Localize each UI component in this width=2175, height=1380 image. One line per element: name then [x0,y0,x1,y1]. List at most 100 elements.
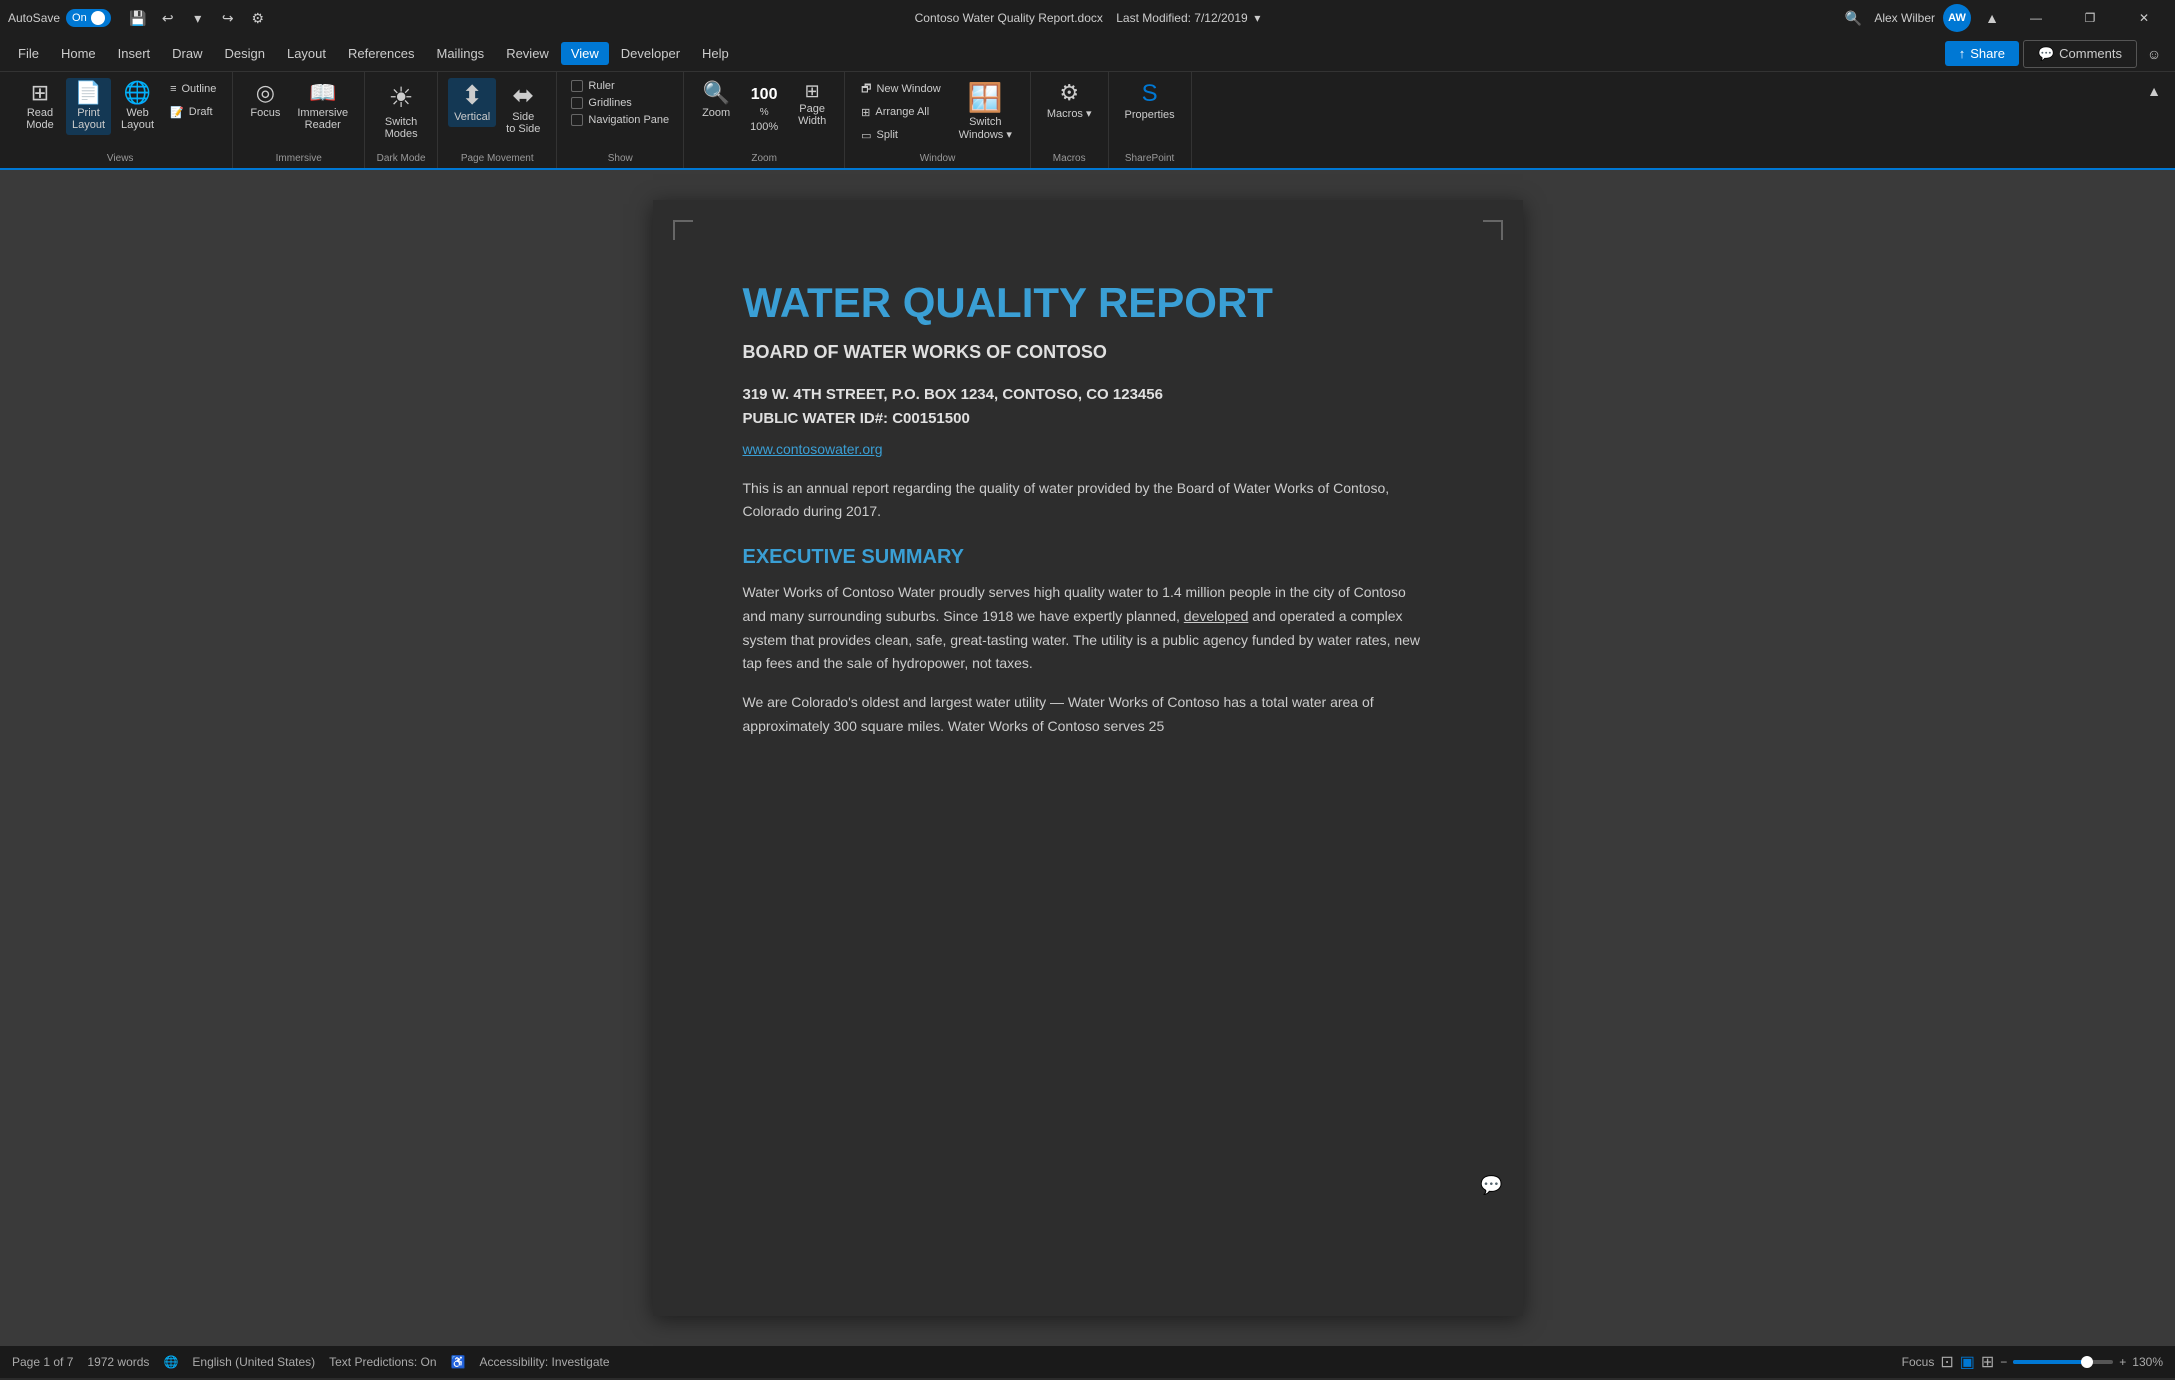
vertical-button[interactable]: ⬍ Vertical [448,78,496,127]
comment-bubble[interactable]: 💬 [1480,1175,1502,1196]
zoom-percent-value: 100 [751,86,778,104]
navigation-pane-checkbox[interactable]: Navigation Pane [567,112,673,128]
share-button[interactable]: ↑ Share [1945,41,2019,66]
redo-icon[interactable]: ↪ [215,5,241,31]
restore-button[interactable]: ❐ [2067,0,2113,36]
ribbon-icon[interactable]: ▲ [1979,5,2005,31]
read-mode-icon: ⊞ [31,82,49,104]
show-checkboxes: Ruler Gridlines Navigation Pane [567,78,673,128]
window-small-buttons: 🗗 New Window ⊞ Arrange All ▭ Split [855,78,947,146]
comments-button[interactable]: 💬 Comments [2023,40,2137,68]
close-button[interactable]: ✕ [2121,0,2167,36]
arrange-all-icon: ⊞ [861,106,870,119]
zoom-plus-button[interactable]: + [2119,1355,2126,1369]
menu-references[interactable]: References [338,42,424,65]
switch-modes-icon: ☀ [389,84,414,112]
new-window-label: New Window [876,83,940,95]
minimize-button[interactable]: — [2013,0,2059,36]
undo-icon[interactable]: ↩ [155,5,181,31]
side-to-side-icon: ⬌ [512,82,534,108]
macros-button[interactable]: ⚙ Macros ▾ [1041,78,1098,124]
focus-button-status[interactable]: Focus [1902,1355,1935,1369]
accessibility-icon[interactable]: ☺ [2141,41,2167,67]
menu-layout[interactable]: Layout [277,42,336,65]
focus-button[interactable]: ◎ Focus [243,78,287,123]
zoom-minus-button[interactable]: − [2000,1355,2007,1369]
zoom-content: 🔍 Zoom 100 % 100% ⊞ PageWidth [694,78,834,153]
status-bar: Page 1 of 7 1972 words 🌐 English (United… [0,1346,2175,1378]
autosave-on-label: On [72,12,87,24]
menu-file[interactable]: File [8,42,49,65]
document-website[interactable]: www.contosowater.org [743,441,1433,457]
zoom-percent-sign: % [760,107,769,118]
read-mode-button[interactable]: ⊞ ReadMode [18,78,62,135]
text-predictions[interactable]: Text Predictions: On [329,1355,436,1369]
status-bar-right: Focus ⊡ ▣ ⊞ − + 130% [1902,1352,2163,1372]
view-mode-icon2[interactable]: ▣ [1960,1352,1975,1372]
gridlines-cb [571,97,583,109]
properties-label: Properties [1125,109,1175,121]
print-layout-label: PrintLayout [72,107,105,131]
view-mode-icon1[interactable]: ⊡ [1940,1352,1953,1372]
autosave-toggle[interactable]: On [66,9,111,27]
switch-windows-label: SwitchWindows ▾ [959,116,1012,141]
draft-button[interactable]: 📝 Draft [164,101,219,123]
immersive-reader-label: ImmersiveReader [297,107,348,131]
switch-modes-button[interactable]: ☀ SwitchModes [375,78,427,146]
zoom-label: Zoom [702,107,730,119]
menu-insert[interactable]: Insert [108,42,161,65]
vertical-label: Vertical [454,111,490,123]
side-to-side-label: Sideto Side [506,111,540,135]
ribbon-group-immersive: ◎ Focus 📖 ImmersiveReader Immersive [233,72,365,168]
menu-design[interactable]: Design [215,42,275,65]
print-layout-button[interactable]: 📄 PrintLayout [66,78,111,135]
macros-group-label: Macros [1041,153,1098,168]
menu-review[interactable]: Review [496,42,559,65]
read-mode-label: ReadMode [26,107,54,131]
menu-home[interactable]: Home [51,42,106,65]
split-button[interactable]: ▭ Split [855,124,904,146]
switch-windows-button[interactable]: 🪟 SwitchWindows ▾ [951,78,1020,147]
arrange-all-button[interactable]: ⊞ Arrange All [855,101,935,123]
more-tools-icon[interactable]: ⚙ [245,5,271,31]
zoom-percent-status[interactable]: 130% [2132,1355,2163,1369]
switch-windows-icon: 🪟 [968,84,1003,112]
side-to-side-button[interactable]: ⬌ Sideto Side [500,78,546,139]
search-icon[interactable]: 🔍 [1840,5,1866,31]
document-page: WATER QUALITY REPORT BOARD OF WATER WORK… [653,200,1523,1316]
web-layout-icon: 🌐 [124,82,151,104]
ribbon-group-views: ⊞ ReadMode 📄 PrintLayout 🌐 WebLayout ≡ O… [8,72,233,168]
window-group-label: Window [855,153,1020,168]
draft-icon: 📝 [170,106,184,119]
new-window-button[interactable]: 🗗 New Window [855,78,947,100]
outline-button[interactable]: ≡ Outline [164,78,222,100]
properties-button[interactable]: S Properties [1119,78,1181,125]
undo-dropdown-icon[interactable]: ▾ [185,5,211,31]
zoom-percent-button[interactable]: 100 % 100% [742,78,786,137]
view-mode-icon3[interactable]: ⊞ [1981,1352,1994,1372]
ribbon-group-show: Ruler Gridlines Navigation Pane Show [557,72,684,168]
menu-mailings[interactable]: Mailings [427,42,495,65]
menu-bar: File Home Insert Draw Design Layout Refe… [0,36,2175,72]
menu-view[interactable]: View [561,42,609,65]
menu-draw[interactable]: Draw [162,42,212,65]
show-group-label: Show [567,153,673,168]
gridlines-checkbox[interactable]: Gridlines [567,95,635,111]
menu-developer[interactable]: Developer [611,42,690,65]
split-label: Split [877,129,898,141]
immersive-reader-button[interactable]: 📖 ImmersiveReader [291,78,354,135]
menu-help[interactable]: Help [692,42,739,65]
arrange-all-label: Arrange All [875,106,929,118]
zoom-slider-track[interactable] [2013,1360,2113,1364]
accessibility-label[interactable]: Accessibility: Investigate [479,1355,609,1369]
print-layout-icon: 📄 [75,82,102,104]
ruler-checkbox[interactable]: Ruler [567,78,618,94]
word-count: 1972 words [87,1355,149,1369]
save-icon[interactable]: 💾 [125,5,151,31]
ribbon-collapse-button[interactable]: ▲ [2141,78,2167,104]
page-width-button[interactable]: ⊞ PageWidth [790,78,834,131]
web-layout-button[interactable]: 🌐 WebLayout [115,78,160,135]
page-movement-content: ⬍ Vertical ⬌ Sideto Side [448,78,546,153]
ribbon-group-dark-mode: ☀ SwitchModes Dark Mode [365,72,438,168]
zoom-button[interactable]: 🔍 Zoom [694,78,738,123]
